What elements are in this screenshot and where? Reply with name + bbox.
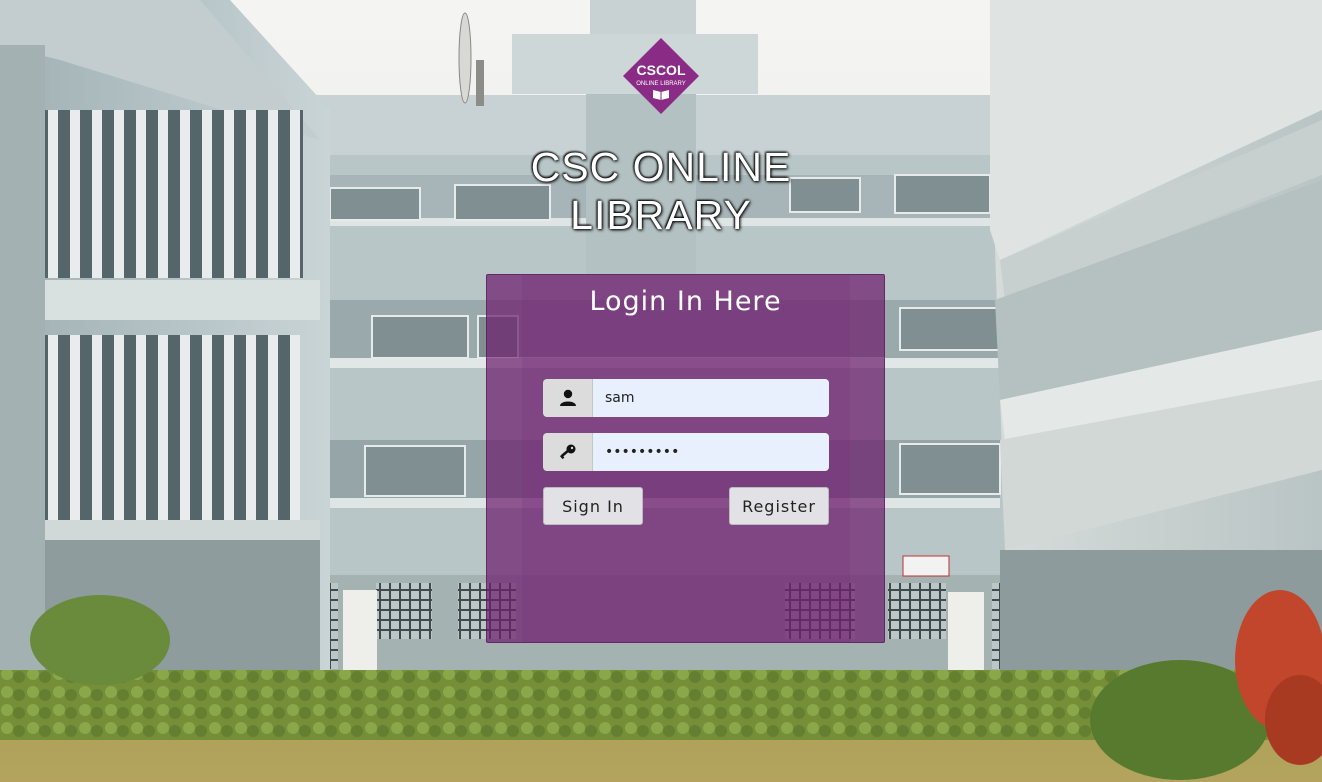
register-button[interactable]: Register: [729, 487, 829, 525]
password-field: [543, 433, 829, 471]
logo-text: CSCOL: [637, 62, 686, 78]
login-title: Login In Here: [589, 286, 782, 317]
username-field: [543, 379, 829, 417]
cscol-logo: CSCOL ONLINE LIBRARY: [623, 38, 699, 114]
page-title: CSC ONLINE LIBRARY: [530, 144, 792, 238]
key-icon: [543, 433, 593, 471]
logo-subtext: ONLINE LIBRARY: [636, 81, 686, 87]
password-input[interactable]: [593, 433, 829, 471]
username-input[interactable]: [593, 379, 829, 417]
user-icon: [543, 379, 593, 417]
sign-in-button[interactable]: Sign In: [543, 487, 643, 525]
